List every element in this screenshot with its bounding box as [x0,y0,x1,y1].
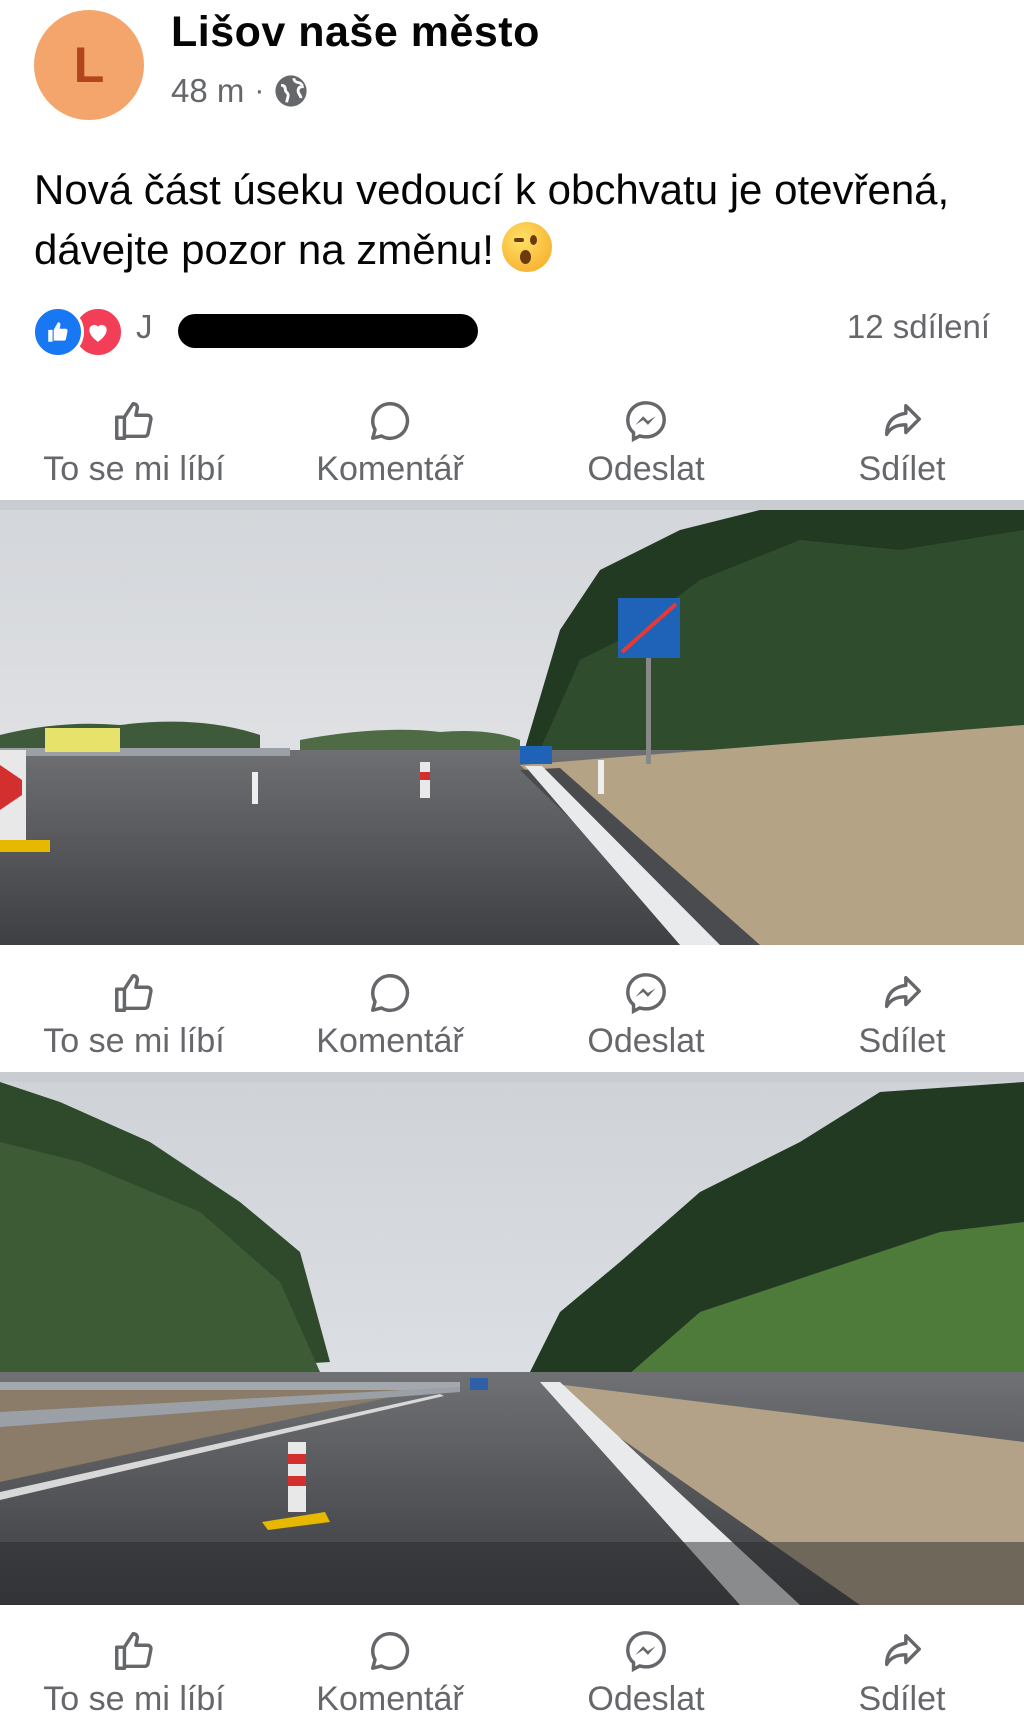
send-button[interactable]: Odeslat [518,390,774,500]
like-button[interactable]: To se mi líbí [6,1620,262,1730]
comment-label: Komentář [316,1022,464,1060]
road-photo-2[interactable] [0,1082,1024,1605]
comment-icon [371,402,410,440]
comment-button[interactable]: Komentář [262,1620,518,1730]
comment-button[interactable]: Komentář [262,390,518,500]
post-text: Nová část úseku vedoucí k obchvatu je ot… [34,160,984,280]
road-photo-2-image [0,1082,1024,1605]
share-label: Sdílet [858,1022,946,1060]
post-header: L Lišov naše město 48 m · [0,0,1024,150]
comment-label: Komentář [316,1680,464,1718]
avatar[interactable]: L [34,10,144,120]
messenger-icon [626,973,666,1015]
wink-emoji-icon [501,222,552,272]
share-button[interactable]: Sdílet [774,1620,1024,1730]
like-label: To se mi líbí [43,1022,225,1060]
action-bar-photo-2: To se mi líbí Komentář Odeslat Sdílet [0,1620,1024,1730]
share-icon [884,975,921,1009]
road-photo-1-image [0,510,1024,945]
section-divider [0,500,1024,510]
share-icon [884,403,921,437]
section-divider [0,1072,1024,1082]
messenger-icon [626,1631,666,1673]
post-time[interactable]: 48 m [171,72,244,110]
post-text-content: Nová část úseku vedoucí k obchvatu je ot… [34,166,950,273]
thumbs-up-icon [115,1632,153,1670]
like-reaction-icon [32,306,84,358]
thumbs-up-icon [115,974,153,1012]
avatar-letter: L [73,37,105,93]
share-label: Sdílet [858,450,946,488]
send-button[interactable]: Odeslat [518,1620,774,1730]
like-button[interactable]: To se mi líbí [6,390,262,500]
like-button[interactable]: To se mi líbí [6,962,262,1072]
send-label: Odeslat [587,1680,705,1718]
share-button[interactable]: Sdílet [774,962,1024,1072]
road-photo-1[interactable] [0,510,1024,945]
comment-icon [371,974,410,1012]
messenger-icon [626,401,666,443]
like-label: To se mi líbí [43,450,225,488]
send-button[interactable]: Odeslat [518,962,774,1072]
page-name[interactable]: Lišov naše město [171,8,540,57]
like-label: To se mi líbí [43,1680,225,1718]
reactor-name: J [136,308,153,345]
comment-label: Komentář [316,450,464,488]
share-icon [884,1633,921,1667]
thumbs-up-icon [115,402,153,440]
action-bar-photo-1: To se mi líbí Komentář Odeslat Sdílet [0,962,1024,1072]
post-meta: 48 m · [171,72,308,110]
comment-button[interactable]: Komentář [262,962,518,1072]
action-bar-post: To se mi líbí Komentář Odeslat Sdílet [0,390,1024,500]
redaction-bar [178,314,478,348]
shares-count[interactable]: 12 sdílení [847,308,990,346]
meta-separator: · [254,74,265,107]
send-label: Odeslat [587,450,705,488]
reactions-summary[interactable]: J 12 sdílení [32,306,992,358]
share-button[interactable]: Sdílet [774,390,1024,500]
comment-icon [371,1632,410,1670]
send-label: Odeslat [587,1022,705,1060]
globe-icon [275,75,307,107]
share-label: Sdílet [858,1680,946,1718]
